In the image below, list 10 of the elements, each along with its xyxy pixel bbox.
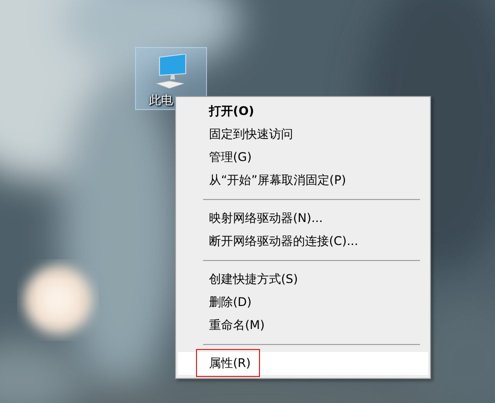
menu-item[interactable]: 从“开始”屏幕取消固定(P) bbox=[178, 169, 428, 192]
menu-item[interactable]: 映射网络驱动器(N)... bbox=[178, 207, 428, 230]
menu-item[interactable]: 重命名(M) bbox=[178, 314, 428, 337]
menu-item[interactable]: 固定到快速访问 bbox=[178, 123, 428, 146]
menu-item[interactable]: 属性(R) bbox=[178, 352, 428, 375]
menu-item[interactable]: 删除(D) bbox=[178, 291, 428, 314]
menu-item[interactable]: 管理(G) bbox=[178, 146, 428, 169]
icon-label: 此电 bbox=[149, 92, 173, 109]
menu-item[interactable]: 断开网络驱动器的连接(C)... bbox=[178, 230, 428, 253]
menu-item[interactable]: 创建快捷方式(S) bbox=[178, 268, 428, 291]
